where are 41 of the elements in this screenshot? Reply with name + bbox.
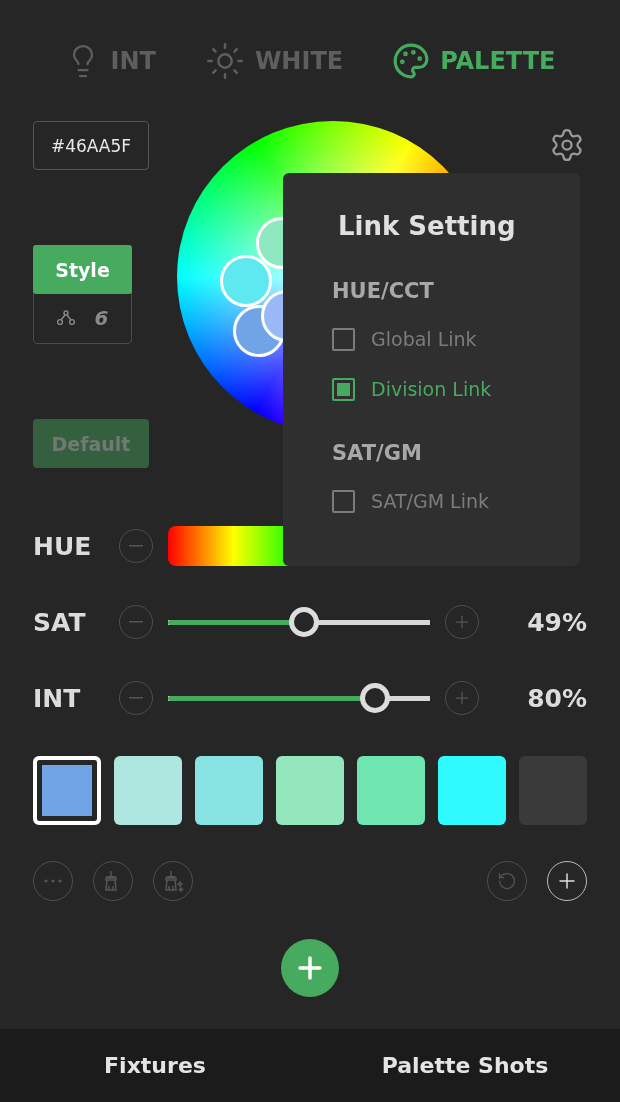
reset-icon (497, 871, 517, 891)
bottom-tab[interactable]: Palette Shots (310, 1029, 620, 1102)
section-heading: SAT/GM (332, 441, 423, 465)
color-swatch[interactable] (114, 756, 183, 825)
color-swatch[interactable] (33, 756, 102, 825)
color-swatch[interactable] (357, 756, 426, 825)
bottom-tab[interactable]: Fixtures (0, 1029, 310, 1102)
slider-label: SAT (33, 607, 87, 637)
ellipsis-icon (44, 879, 62, 883)
nodes-icon (56, 310, 75, 326)
slider-value: 80% (527, 683, 587, 713)
link-option[interactable]: Division Link (332, 375, 580, 403)
link-option[interactable]: Global Link (332, 325, 580, 353)
mode-tab[interactable]: INT (64, 40, 156, 82)
minus-icon (129, 697, 143, 699)
slider-label: INT (33, 683, 82, 713)
palette-icon (392, 42, 431, 80)
slider-thumb[interactable] (289, 607, 320, 637)
sun-icon (204, 41, 245, 81)
style-button[interactable]: Style (33, 245, 132, 294)
settings-icon[interactable] (549, 127, 585, 163)
section-heading: HUE/CCT (332, 279, 435, 303)
slider-thumb[interactable] (359, 683, 390, 713)
color-swatch[interactable] (438, 756, 506, 825)
mode-tab[interactable]: PALETTE (392, 40, 556, 82)
checkbox[interactable] (332, 327, 355, 351)
add-fab-button[interactable] (281, 939, 339, 997)
slider-value: 49% (527, 607, 587, 637)
link-option[interactable]: SAT/GM Link (332, 487, 580, 515)
color-swatch[interactable] (195, 756, 264, 825)
style-count: 6 (94, 306, 109, 330)
checkbox[interactable] (332, 489, 355, 513)
color-point[interactable] (220, 255, 272, 307)
popup-title: Link Setting (338, 211, 517, 241)
minus-icon (129, 545, 143, 547)
checkbox[interactable] (332, 377, 355, 401)
mode-tab[interactable]: WHITE (204, 40, 344, 82)
minus-icon (129, 621, 143, 623)
color-swatch[interactable] (276, 756, 345, 825)
hex-field[interactable]: #46AA5F (33, 121, 149, 170)
slider-label: HUE (33, 531, 93, 561)
